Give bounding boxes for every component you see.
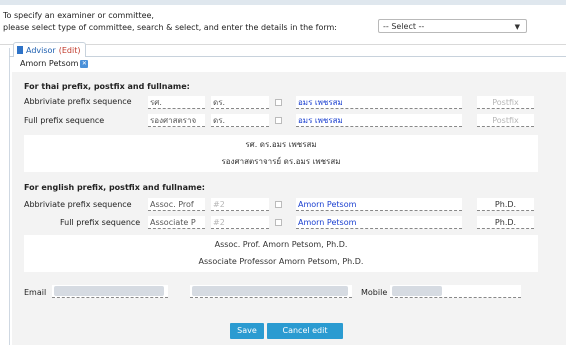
english-abbr-prefix2-input[interactable]: #2	[211, 198, 269, 211]
email-label: Email	[24, 288, 47, 297]
thai-section-title: For thai prefix, postfix and fullname:	[24, 82, 190, 91]
committee-type-select[interactable]: -- Select -- ▼	[378, 19, 527, 33]
email-input[interactable]	[52, 285, 168, 298]
english-abbr-name-input[interactable]: Amorn Petsom	[296, 198, 462, 211]
tab-marker-icon	[17, 46, 23, 54]
top-strip	[0, 0, 566, 5]
mobile-input[interactable]	[390, 285, 521, 298]
instructions-line1: To specify an examiner or committee,	[3, 11, 154, 20]
thai-full-prefix1-input[interactable]: รองศาสตราจ	[148, 114, 205, 127]
tab-edit-link[interactable]: (Edit)	[59, 46, 81, 55]
selected-person-name: Amorn Petsom	[20, 59, 79, 68]
email-secondary-redacted	[192, 286, 348, 296]
thai-full-checkbox[interactable]	[275, 117, 282, 124]
english-full-prefix2-input[interactable]: #2	[211, 216, 269, 229]
english-abbr-label: Abbriviate prefix sequence	[24, 200, 132, 209]
committee-select-value: -- Select --	[383, 22, 425, 31]
thai-abbr-prefix2-input[interactable]: ดร.	[211, 96, 269, 109]
thai-full-label: Full prefix sequence	[24, 116, 105, 125]
cancel-edit-button[interactable]: Cancel edit	[267, 323, 343, 339]
english-preview: Assoc. Prof. Amorn Petsom, Ph.D. Associa…	[24, 235, 538, 272]
thai-abbr-name-input[interactable]: อมร เพชรสม	[296, 96, 462, 109]
thai-preview-line1: รศ. ดร.อมร เพชรสม	[245, 140, 317, 149]
email-value-redacted	[54, 286, 164, 296]
thai-abbr-prefix1-input[interactable]: รศ.	[148, 96, 205, 109]
thai-full-prefix2-input[interactable]: ดร.	[211, 114, 269, 127]
thai-abbr-postfix-input[interactable]: Postfix	[477, 96, 534, 109]
tab-advisor[interactable]: Advisor (Edit)	[13, 42, 87, 57]
english-full-label: Full prefix sequence	[60, 218, 141, 227]
english-preview-line1: Assoc. Prof. Amorn Petsom, Ph.D.	[214, 240, 348, 249]
english-full-prefix1-input[interactable]: Associate P	[148, 216, 205, 229]
english-full-postfix-input[interactable]: Ph.D.	[477, 216, 534, 229]
instructions-line2: please select type of committee, search …	[3, 23, 337, 32]
english-full-checkbox[interactable]	[275, 219, 282, 226]
thai-preview-line2: รองศาสตราจารย์ ดร.อมร เพชรสม	[221, 157, 341, 166]
english-abbr-postfix-input[interactable]: Ph.D.	[477, 198, 534, 211]
english-abbr-prefix1-input[interactable]: Assoc. Prof	[148, 198, 205, 211]
mobile-label: Mobile	[361, 288, 388, 297]
save-button[interactable]: Save	[230, 323, 264, 339]
english-abbr-checkbox[interactable]	[275, 201, 282, 208]
email-secondary-input[interactable]	[190, 285, 352, 298]
english-section-title: For english prefix, postfix and fullname…	[24, 183, 205, 192]
thai-abbr-label: Abbriviate prefix sequence	[24, 97, 132, 106]
remove-icon[interactable]: ✕	[80, 59, 89, 68]
chevron-down-icon: ▼	[514, 23, 520, 31]
tab-underline	[9, 56, 566, 57]
mobile-value-redacted	[392, 286, 442, 296]
english-preview-line2: Associate Professor Amorn Petsom, Ph.D.	[198, 257, 364, 266]
thai-preview: รศ. ดร.อมร เพชรสม รองศาสตราจารย์ ดร.อมร …	[24, 135, 538, 172]
thai-abbr-checkbox[interactable]	[275, 99, 282, 106]
selected-person: Amorn Petsom ✕	[20, 59, 89, 68]
thai-full-name-input[interactable]: อมร เพชรสม	[296, 114, 462, 127]
thai-full-postfix-input[interactable]: Postfix	[477, 114, 534, 127]
tab-label: Advisor	[26, 45, 56, 55]
english-full-name-input[interactable]: Amorn Petsom	[296, 216, 462, 229]
